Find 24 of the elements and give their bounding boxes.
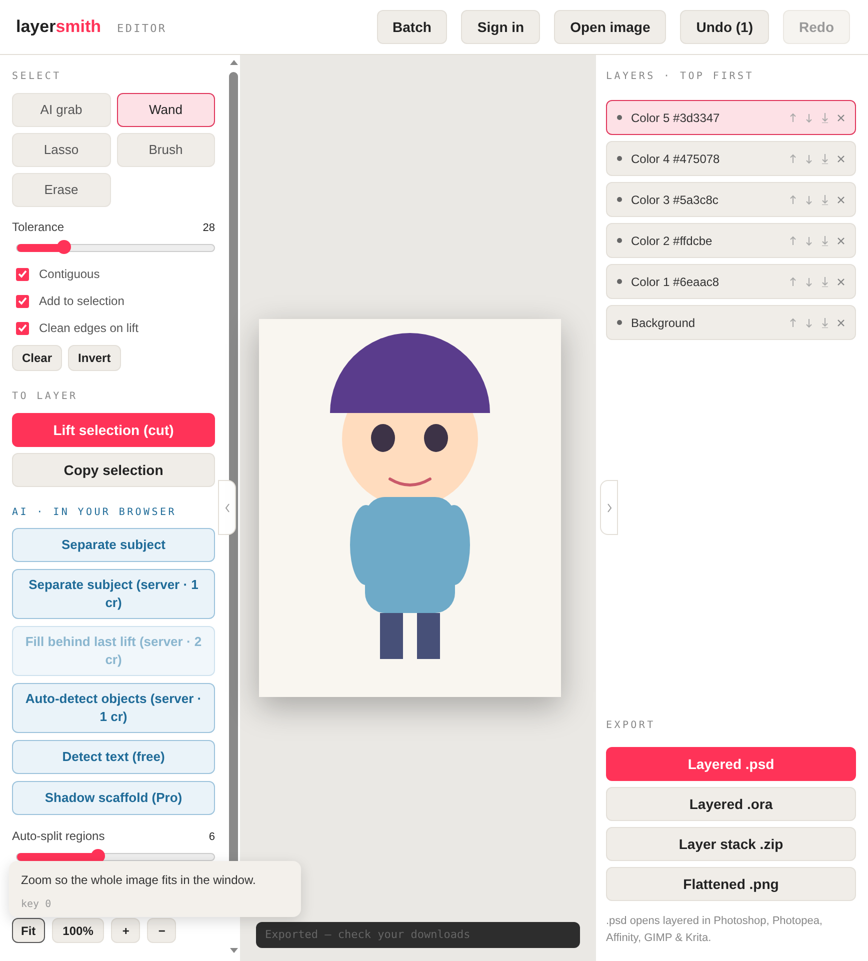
tooltip-text: Zoom so the whole image fits in the window. xyxy=(21,872,257,889)
export-note: .psd opens layered in Photoshop, Photopea, Affinity, GIMP & Krita. xyxy=(606,914,824,946)
layer-name: Color 1 #6eaac8 xyxy=(631,274,720,290)
layer-name: Color 4 #475078 xyxy=(631,150,720,168)
slider-value: 28 xyxy=(202,220,215,236)
shortcut-hint: key 0 xyxy=(21,898,52,912)
layer-name: Color 5 #3d3347 xyxy=(631,110,720,126)
layer-name: Color 2 #ffdcbe xyxy=(631,232,712,250)
status-toast: Exported — check your downloads xyxy=(256,922,580,948)
section-heading: SELECT xyxy=(12,70,62,84)
slider-label: Tolerance xyxy=(12,219,64,236)
logo: layersmith xyxy=(16,16,102,38)
slider-label: Auto-split regions xyxy=(12,828,105,845)
layer-name: Background xyxy=(631,314,696,332)
editor-label: EDITOR xyxy=(117,21,167,38)
checkbox-label: Add to selection xyxy=(39,293,124,310)
section-heading: LAYERS · TOP FIRST xyxy=(606,70,755,84)
checkbox-label: Contiguous xyxy=(39,266,100,283)
layer-name: Color 3 #5a3c8c xyxy=(631,192,718,208)
checkbox-label: Clean edges on lift xyxy=(39,320,138,337)
slider-value: 6 xyxy=(208,830,215,844)
section-heading: AI · IN YOUR BROWSER xyxy=(12,506,178,520)
section-heading: EXPORT xyxy=(606,719,656,733)
section-heading: TO LAYER xyxy=(12,390,79,404)
